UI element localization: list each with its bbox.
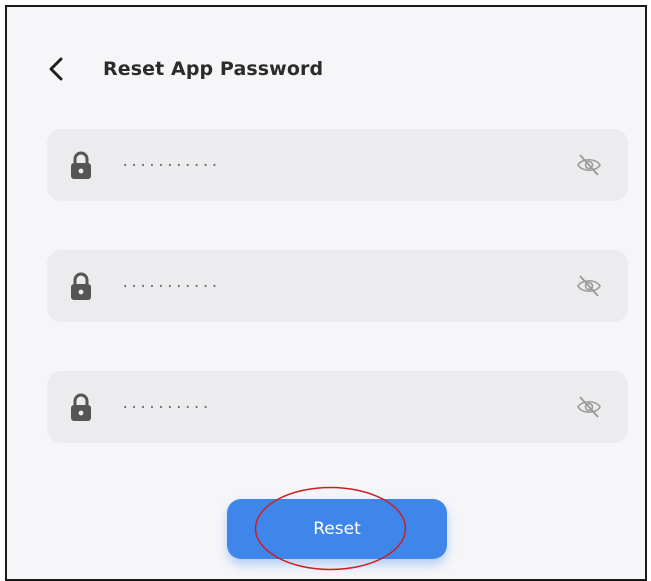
eye-off-icon[interactable] [576,273,602,299]
new-password-field[interactable]: ··········· [47,129,628,201]
password-value: ··········· [121,158,220,174]
back-button[interactable] [47,52,73,86]
app-password-field[interactable]: ·········· [47,371,628,443]
app-screen: Reset App Password ··········· ·········… [5,5,647,581]
lock-icon [71,272,91,300]
confirm-password-field[interactable]: ··········· [47,250,628,322]
eye-off-icon[interactable] [576,394,602,420]
eye-off-icon[interactable] [576,152,602,178]
password-value: ··········· [121,279,220,295]
lock-icon [71,151,91,179]
reset-button[interactable]: Reset [227,499,447,559]
lock-icon [71,393,91,421]
page-title: Reset App Password [103,58,324,80]
reset-button-label: Reset [313,519,361,539]
chevron-left-icon [49,57,63,81]
password-value: ·········· [121,400,211,416]
header: Reset App Password [47,51,323,87]
